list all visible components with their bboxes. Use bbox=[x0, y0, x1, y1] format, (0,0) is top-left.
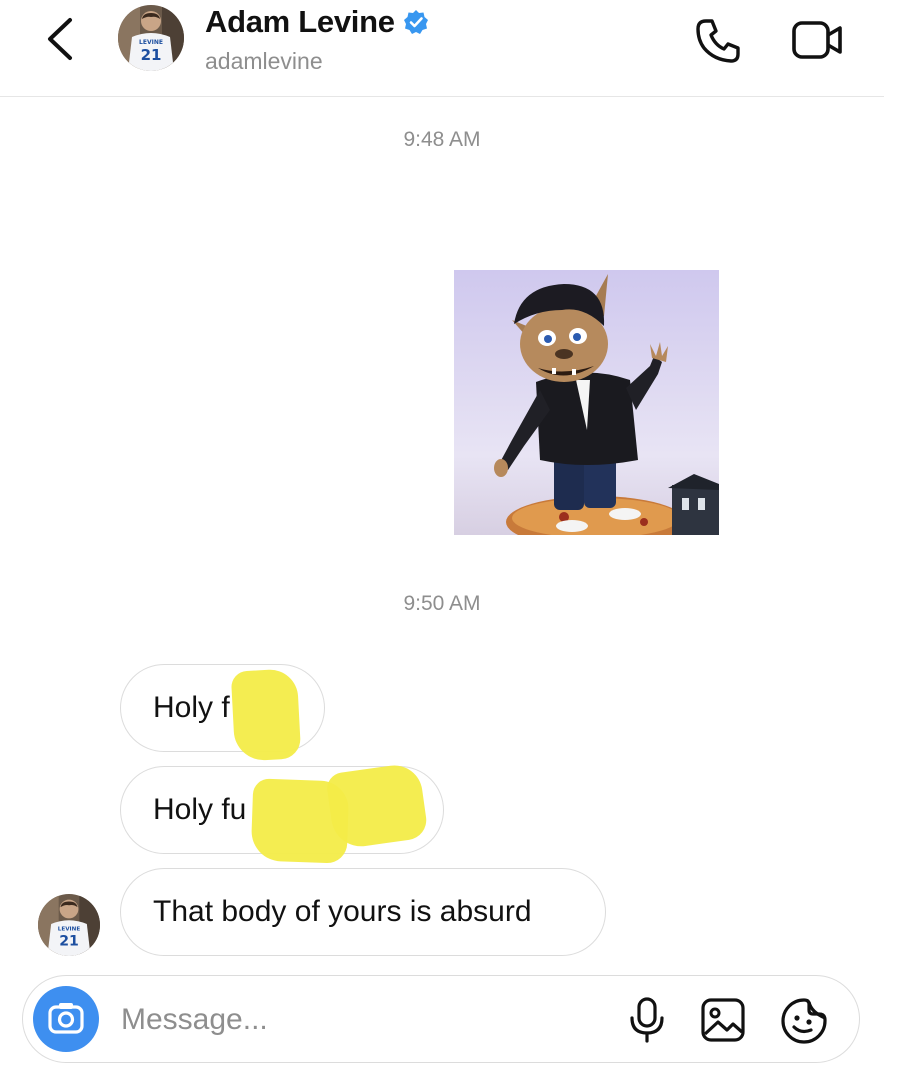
audio-call-button[interactable] bbox=[692, 15, 744, 67]
shared-photo[interactable] bbox=[454, 270, 719, 535]
video-call-button[interactable] bbox=[790, 17, 846, 63]
sticker-button[interactable] bbox=[779, 996, 829, 1046]
sender-avatar[interactable]: LEVINE 21 bbox=[38, 894, 100, 956]
svg-text:LEVINE: LEVINE bbox=[58, 927, 81, 933]
voice-message-button[interactable] bbox=[627, 996, 667, 1044]
censor-highlight bbox=[230, 668, 302, 762]
message-input[interactable] bbox=[119, 996, 583, 1044]
profile-avatar[interactable]: LEVINE 21 bbox=[118, 5, 184, 71]
message-composer bbox=[22, 975, 860, 1063]
chat-header: LEVINE 21 Adam Levine adamlevine bbox=[0, 0, 884, 97]
back-button[interactable] bbox=[40, 14, 80, 64]
verified-badge-icon bbox=[403, 10, 428, 34]
contact-handle: adamlevine bbox=[205, 48, 323, 74]
message-text: Holy fu bbox=[153, 793, 247, 826]
contact-name: Adam Levine bbox=[205, 4, 395, 39]
microphone-icon bbox=[630, 997, 664, 1043]
camera-button[interactable] bbox=[33, 986, 99, 1052]
svg-text:21: 21 bbox=[141, 46, 162, 64]
video-camera-icon bbox=[792, 21, 842, 59]
message-text: That body of yours is absurd bbox=[153, 895, 532, 928]
censor-highlight bbox=[325, 761, 429, 851]
camera-icon bbox=[48, 1003, 84, 1034]
svg-text:21: 21 bbox=[59, 934, 79, 950]
message-text: Holy f bbox=[153, 691, 230, 724]
contact-name-row[interactable]: Adam Levine bbox=[205, 4, 429, 40]
image-gallery-icon bbox=[701, 998, 745, 1042]
phone-icon bbox=[696, 19, 740, 63]
message-timestamp: 9:50 AM bbox=[403, 592, 481, 615]
message-bubble[interactable]: That body of yours is absurd bbox=[120, 868, 606, 956]
chevron-left-icon bbox=[48, 18, 72, 60]
sticker-icon bbox=[781, 998, 827, 1044]
message-timestamp: 9:48 AM bbox=[403, 128, 481, 151]
gallery-button[interactable] bbox=[699, 996, 747, 1044]
svg-text:LEVINE: LEVINE bbox=[139, 39, 163, 46]
